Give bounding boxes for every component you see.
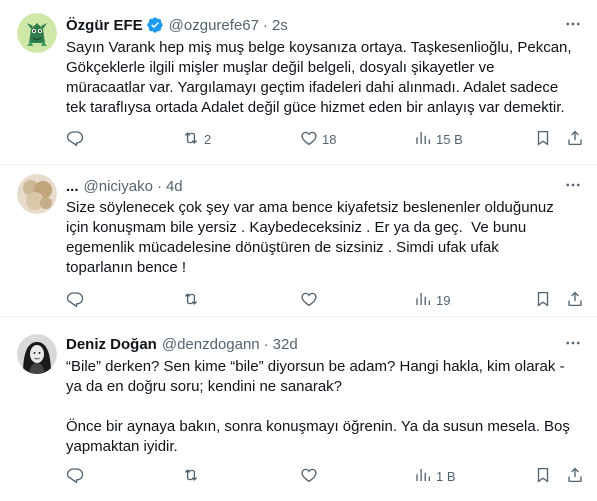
timestamp[interactable]: 32d xyxy=(273,336,298,353)
reply-button[interactable] xyxy=(66,129,88,149)
views-button[interactable]: 19 xyxy=(414,290,450,310)
reply-icon xyxy=(66,466,84,487)
author-handle[interactable]: @ozgurefe67 xyxy=(169,17,259,34)
like-icon xyxy=(300,290,318,311)
author-name[interactable]: Özgür EFE xyxy=(66,17,143,34)
bookmark-icon xyxy=(534,466,552,487)
tweet-text: “Bile” derken? Sen kime “bile” diyorsun … xyxy=(66,358,570,455)
like-button[interactable] xyxy=(300,290,322,310)
like-button[interactable] xyxy=(300,466,322,486)
like-count: 18 xyxy=(322,131,337,147)
views-count: 1 B xyxy=(436,468,456,484)
action-bar: 1 B xyxy=(66,466,586,486)
tweet[interactable]: Deniz Doğan @denzdogann · 32d “Bile” der… xyxy=(0,316,597,501)
verified-badge-icon xyxy=(146,16,164,34)
retweet-button[interactable]: 2 xyxy=(182,129,211,149)
views-button[interactable]: 1 B xyxy=(414,466,456,486)
reply-icon xyxy=(66,290,84,311)
bookmark-icon xyxy=(534,290,552,311)
action-bar: 19 xyxy=(66,290,586,310)
tweet-text: Sayın Varank hep miş muş belge koysanıza… xyxy=(66,39,572,116)
views-button[interactable]: 15 B xyxy=(414,129,463,149)
bookmark-button[interactable] xyxy=(534,466,552,486)
bookmark-button[interactable] xyxy=(534,129,552,149)
retweet-button[interactable] xyxy=(182,290,204,310)
share-button[interactable] xyxy=(566,290,584,310)
tweet-text: Size söylenecek çok şey var ama bence ki… xyxy=(66,199,554,276)
retweet-icon xyxy=(182,129,200,150)
views-icon xyxy=(414,466,432,487)
action-bar: 2 18 15 B xyxy=(66,129,586,149)
avatar[interactable] xyxy=(17,334,57,374)
avatar[interactable] xyxy=(17,13,57,53)
separator-dot: · xyxy=(263,335,269,353)
tweet-header: Deniz Doğan @denzdogann · 32d xyxy=(66,334,298,354)
more-icon[interactable] xyxy=(563,333,583,353)
tweet[interactable]: Özgür EFE @ozgurefe67 · 2s Sayın Varank … xyxy=(0,0,597,163)
like-button[interactable]: 18 xyxy=(300,129,336,149)
views-count: 15 B xyxy=(436,131,463,147)
more-icon[interactable] xyxy=(563,175,583,195)
views-icon xyxy=(414,129,432,150)
retweet-icon xyxy=(182,290,200,311)
share-icon xyxy=(566,466,584,487)
reply-icon xyxy=(66,129,84,150)
bookmark-button[interactable] xyxy=(534,290,552,310)
views-count: 19 xyxy=(436,292,451,308)
author-name[interactable]: ... xyxy=(66,178,79,195)
timestamp[interactable]: 4d xyxy=(166,178,183,195)
views-icon xyxy=(414,290,432,311)
like-icon xyxy=(300,466,318,487)
tweet-header: Özgür EFE @ozgurefe67 · 2s xyxy=(66,15,288,35)
share-icon xyxy=(566,290,584,311)
timestamp[interactable]: 2s xyxy=(272,17,288,34)
like-icon xyxy=(300,129,318,150)
separator-dot: · xyxy=(156,177,162,195)
retweet-count: 2 xyxy=(204,131,212,147)
bookmark-icon xyxy=(534,129,552,150)
share-icon xyxy=(566,129,584,150)
more-icon[interactable] xyxy=(563,14,583,34)
author-handle[interactable]: @niciyako xyxy=(84,178,153,195)
tweet-header: ... @niciyako · 4d xyxy=(66,176,183,196)
author-name[interactable]: Deniz Doğan xyxy=(66,336,157,353)
retweet-button[interactable] xyxy=(182,466,204,486)
reply-button[interactable] xyxy=(66,290,88,310)
tweet[interactable]: ... @niciyako · 4d Size söylenecek çok ş… xyxy=(0,164,597,315)
avatar[interactable] xyxy=(17,174,57,214)
share-button[interactable] xyxy=(566,466,584,486)
retweet-icon xyxy=(182,466,200,487)
share-button[interactable] xyxy=(566,129,584,149)
separator-dot: · xyxy=(262,16,268,34)
author-handle[interactable]: @denzdogann xyxy=(162,336,260,353)
reply-button[interactable] xyxy=(66,466,88,486)
